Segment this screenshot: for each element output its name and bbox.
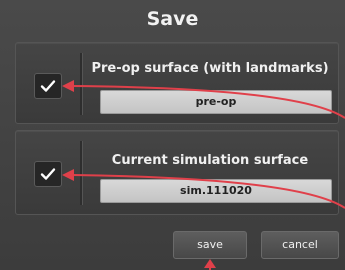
- cancel-button[interactable]: cancel: [261, 231, 339, 259]
- panel-divider: [80, 141, 82, 205]
- simulation-name-field[interactable]: sim.111020: [100, 179, 332, 203]
- dialog-title: Save: [146, 8, 199, 30]
- arrowhead-icon: [204, 259, 216, 268]
- preop-surface-label: Pre-op surface (with landmarks): [91, 61, 329, 76]
- check-icon: [40, 80, 56, 92]
- preop-name-field[interactable]: pre-op: [100, 90, 332, 114]
- save-button[interactable]: save: [173, 231, 247, 259]
- simulation-surface-panel: Current simulation surface sim.111020: [15, 130, 339, 215]
- preop-surface-panel: Pre-op surface (with landmarks) pre-op: [15, 42, 339, 124]
- save-dialog: Save Pre-op surface (with landmarks) pre…: [0, 0, 345, 270]
- check-icon: [40, 168, 56, 180]
- simulation-surface-label: Current simulation surface: [111, 153, 309, 168]
- preop-checkbox[interactable]: [34, 73, 62, 99]
- simulation-checkbox[interactable]: [34, 161, 62, 187]
